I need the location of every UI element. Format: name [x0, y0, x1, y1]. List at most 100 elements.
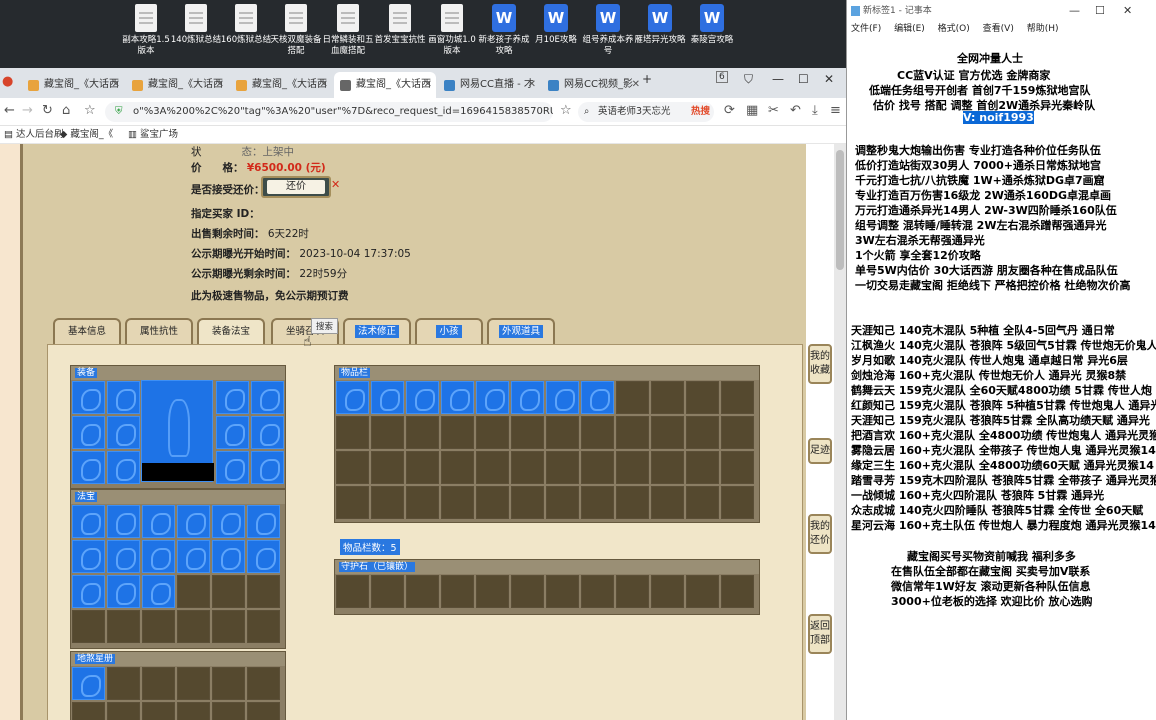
item-slot-empty[interactable]: [476, 575, 509, 608]
item-slot-empty[interactable]: [371, 451, 404, 484]
item-slot-empty[interactable]: [651, 486, 684, 519]
item-slot-empty[interactable]: [686, 416, 719, 449]
tab-child[interactable]: 小孩: [415, 318, 483, 346]
item-slot-empty[interactable]: [511, 575, 544, 608]
item-slot-empty[interactable]: [212, 610, 245, 643]
item-slot-empty[interactable]: [721, 416, 754, 449]
item-slot-filled[interactable]: [216, 381, 249, 414]
desktop-file-icon[interactable]: 副本攻略1.5版本: [118, 4, 174, 57]
item-slot-empty[interactable]: [476, 451, 509, 484]
haggle-button[interactable]: 还价: [261, 176, 331, 198]
tab-attributes[interactable]: 属性抗性: [125, 318, 193, 346]
minimize-icon[interactable]: —: [772, 72, 784, 86]
item-slot-filled[interactable]: [142, 505, 175, 538]
item-slot-filled[interactable]: [216, 451, 249, 484]
item-slot-empty[interactable]: [686, 381, 719, 414]
item-slot-empty[interactable]: [247, 610, 280, 643]
item-slot-empty[interactable]: [336, 451, 369, 484]
tab-equipment[interactable]: 装备法宝: [197, 318, 265, 346]
item-slot-empty[interactable]: [177, 667, 210, 700]
item-slot-empty[interactable]: [72, 610, 105, 643]
tab-count-badge[interactable]: 6: [716, 71, 728, 83]
item-slot-empty[interactable]: [72, 702, 105, 720]
bookmark-star-icon[interactable]: ☆: [84, 103, 96, 118]
item-slot-empty[interactable]: [721, 575, 754, 608]
tab-close-icon[interactable]: ✕: [112, 72, 120, 98]
tab-close-icon[interactable]: ✕: [528, 72, 536, 98]
menu-icon[interactable]: ≡: [830, 103, 841, 118]
item-slot-filled[interactable]: [107, 540, 140, 573]
undo-icon[interactable]: ↶: [790, 103, 801, 118]
browser-tab[interactable]: 网易CC视频_影 ✕: [542, 72, 644, 98]
item-slot-filled[interactable]: [72, 416, 105, 449]
item-slot-empty[interactable]: [247, 667, 280, 700]
item-slot-empty[interactable]: [546, 416, 579, 449]
item-slot-empty[interactable]: [371, 416, 404, 449]
desktop-file-icon[interactable]: 首发宝宝抗性: [372, 4, 428, 46]
browser-tab[interactable]: 藏宝阁_《大话西 ✕: [334, 72, 436, 98]
item-slot-empty[interactable]: [336, 416, 369, 449]
item-slot-empty[interactable]: [476, 416, 509, 449]
item-slot-empty[interactable]: [511, 486, 544, 519]
item-slot-filled[interactable]: [212, 505, 245, 538]
item-slot-empty[interactable]: [616, 416, 649, 449]
item-slot-empty[interactable]: [336, 486, 369, 519]
grid-icon[interactable]: ▦: [746, 103, 758, 118]
item-slot-filled[interactable]: [107, 451, 140, 484]
desktop-file-icon[interactable]: 140炼狱总结: [168, 4, 224, 46]
forward-icon[interactable]: →: [22, 103, 33, 118]
desktop-file-icon[interactable]: 天核双魔装备搭配: [268, 4, 324, 57]
item-slot-empty[interactable]: [406, 486, 439, 519]
notepad-maximize-icon[interactable]: ☐: [1095, 4, 1105, 17]
item-slot-filled[interactable]: [177, 505, 210, 538]
browser-tab[interactable]: 藏宝阁_《大话西 ✕: [126, 72, 228, 98]
menu-format[interactable]: 格式(O): [938, 24, 970, 34]
menu-view[interactable]: 查看(V): [983, 24, 1014, 34]
maximize-icon[interactable]: ☐: [798, 72, 809, 86]
item-slot-empty[interactable]: [212, 667, 245, 700]
item-slot-filled[interactable]: [546, 381, 579, 414]
search-box[interactable]: ⌕ 英语老师3天忘光 热搜: [578, 102, 714, 122]
side-button-back-to-top[interactable]: 返回顶部: [808, 614, 832, 654]
home-icon[interactable]: ⌂: [62, 103, 70, 118]
item-slot-empty[interactable]: [686, 451, 719, 484]
item-slot-filled[interactable]: [107, 416, 140, 449]
tshirt-icon[interactable]: ⛉: [744, 72, 753, 87]
item-slot-filled[interactable]: [107, 381, 140, 414]
menu-file[interactable]: 文件(F): [851, 24, 881, 34]
item-slot-empty[interactable]: [651, 381, 684, 414]
notepad-minimize-icon[interactable]: —: [1069, 4, 1080, 17]
tab-appearance[interactable]: 外观道具: [487, 318, 555, 346]
notepad-close-icon[interactable]: ✕: [1123, 4, 1132, 17]
item-slot-empty[interactable]: [721, 451, 754, 484]
item-slot-empty[interactable]: [142, 610, 175, 643]
tab-close-icon[interactable]: ✕: [320, 72, 328, 98]
item-slot-filled[interactable]: [406, 381, 439, 414]
item-slot-empty[interactable]: [546, 451, 579, 484]
close-window-icon[interactable]: ✕: [824, 72, 834, 86]
item-slot-empty[interactable]: [107, 702, 140, 720]
item-slot-empty[interactable]: [686, 486, 719, 519]
item-slot-filled[interactable]: [216, 416, 249, 449]
refresh-alt-icon[interactable]: ⟳: [724, 103, 735, 118]
item-slot-empty[interactable]: [721, 486, 754, 519]
item-slot-empty[interactable]: [546, 486, 579, 519]
item-slot-empty[interactable]: [371, 486, 404, 519]
item-slot-filled[interactable]: [72, 505, 105, 538]
menu-edit[interactable]: 编辑(E): [894, 24, 925, 34]
item-slot-filled[interactable]: [212, 540, 245, 573]
side-button-favorites[interactable]: 我的收藏: [808, 344, 832, 384]
item-slot-filled[interactable]: [72, 667, 105, 700]
desktop-file-icon[interactable]: 画窗功城1.0版本: [424, 4, 480, 57]
item-slot-empty[interactable]: [581, 486, 614, 519]
item-slot-empty[interactable]: [581, 575, 614, 608]
item-slot-filled[interactable]: [107, 505, 140, 538]
item-slot-filled[interactable]: [72, 575, 105, 608]
item-slot-empty[interactable]: [247, 575, 280, 608]
item-slot-empty[interactable]: [651, 451, 684, 484]
item-slot-empty[interactable]: [212, 575, 245, 608]
new-tab-icon[interactable]: +: [642, 72, 652, 86]
item-slot-empty[interactable]: [441, 575, 474, 608]
item-slot-empty[interactable]: [721, 381, 754, 414]
bookmark-2[interactable]: ◆ 藏宝阁_《: [60, 126, 113, 144]
